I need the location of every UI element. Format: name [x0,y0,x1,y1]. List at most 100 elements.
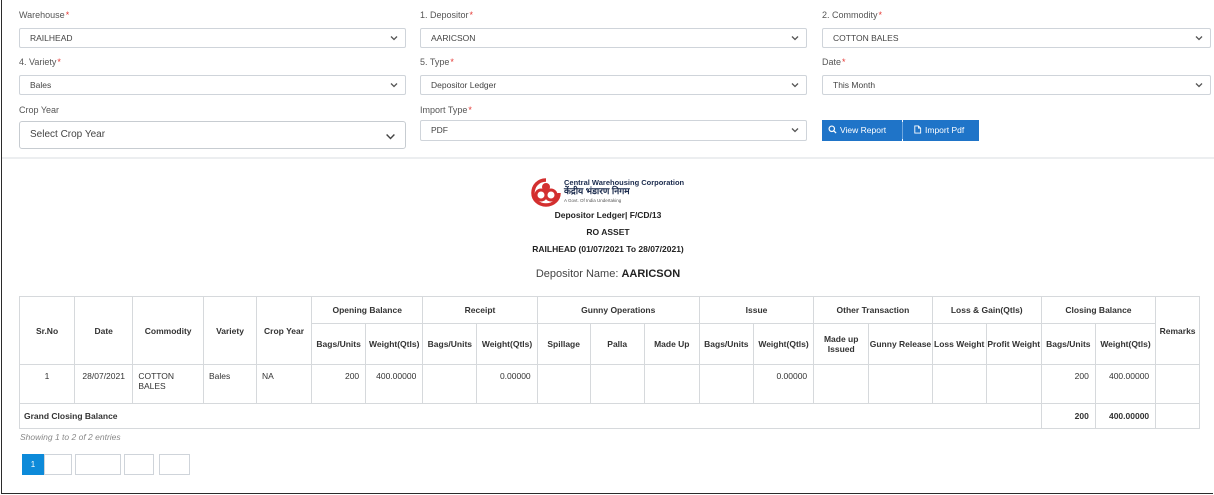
variety-select[interactable]: Bales [19,75,406,95]
warehouse-label: Warehouse* [19,10,70,20]
group-issue: Issue [698,296,815,324]
cell-receipt-bags [422,364,478,404]
commodity-value: COTTON BALES [833,33,899,43]
col-gunny-release: Gunny Release [868,323,933,365]
chevron-down-icon [791,83,799,88]
org-name-hi: केंद्रीय भंडारण निगम [564,186,630,196]
crop-year-label: Crop Year [19,105,60,115]
type-group: 5. Type* Depositor Ledger [420,56,807,95]
chevron-down-icon [390,36,398,41]
chevron-down-icon [386,134,395,140]
group-receipt: Receipt [422,296,538,324]
grand-total-weight: 400.00000 [1094,403,1157,429]
col-palla: Palla [589,323,645,365]
ledger-table: Sr.No Date Commodity Variety Crop Year O… [18,296,1200,429]
col-closing-weight: Weight(Qtls) [1094,323,1157,365]
cell-commodity: COTTON BALES [132,364,204,404]
date-select[interactable]: This Month [822,75,1211,95]
pdf-file-icon [914,125,922,134]
import-type-group: Import Type* PDF [420,104,807,141]
depositor-select[interactable]: AARICSON [420,28,807,48]
cell-closing-bags: 200 [1040,364,1096,404]
chevron-down-icon [791,36,799,41]
table-row: 1 28/07/2021 COTTON BALES Bales NA 200 4… [18,364,1200,404]
col-variety: Variety [202,296,258,365]
entries-info: Showing 1 to 2 of 2 entries [20,432,121,442]
cell-loss-weight [931,364,987,404]
type-label: 5. Type* [420,57,454,67]
view-report-button[interactable]: View Report [822,120,902,141]
cell-receipt-weight: 0.00000 [476,364,538,404]
cell-crop-year: NA [256,364,313,404]
warehouse-group: Warehouse* RAILHEAD [19,9,406,48]
warehouse-value: RAILHEAD [30,33,73,43]
cell-opening-weight: 400.00000 [365,364,424,404]
org-name-block: Central Warehousing Corporation केंद्रीय… [564,178,684,205]
grand-total-row: Grand Closing Balance 200 400.00000 [19,403,1200,429]
cell-opening-bags: 200 [311,364,367,404]
depositor-name-label: Depositor Name: [535,268,619,280]
group-closing-balance: Closing Balance [1040,296,1157,324]
variety-group: 4. Variety* Bales [19,56,406,95]
crop-year-value: Select Crop Year [30,129,106,140]
col-profit-weight: Profit Weight [985,323,1042,365]
group-loss-gain: Loss & Gain(Qtls) [931,296,1042,324]
grand-total-label: Grand Closing Balance [19,403,1042,429]
import-type-value: PDF [431,125,448,135]
col-issue-weight: Weight(Qtls) [752,323,815,365]
page-previous-button[interactable] [75,454,121,475]
depositor-group: 1. Depositor* AARICSON [420,9,807,48]
commodity-group: 2. Commodity* COTTON BALES [822,9,1211,48]
group-other-transaction: Other Transaction [813,296,933,324]
col-issue-bags: Bags/Units [698,323,754,365]
col-opening-bags: Bags/Units [311,323,367,365]
date-group: Date* This Month [822,56,1211,95]
col-made-up: Made Up [643,323,700,365]
import-type-label: Import Type* [420,105,472,115]
grand-total-bags: 200 [1040,403,1096,429]
org-tagline: A Govt. Of India Undertaking [564,198,622,203]
page-1-button[interactable]: 1 [22,454,44,475]
page-frame: Warehouse* RAILHEAD 1. Depositor* AARICS… [1,0,1214,494]
import-pdf-label: Import Pdf [925,125,965,135]
page-last-button[interactable] [159,454,190,475]
page-first-button[interactable] [44,454,72,475]
section-divider [2,157,1214,159]
crop-year-select[interactable]: Select Crop Year [19,121,406,149]
cell-palla [589,364,645,404]
page-next-button[interactable] [124,454,154,475]
warehouse-select[interactable]: RAILHEAD [19,28,406,48]
chevron-down-icon [390,83,398,88]
depositor-value: AARICSON [431,33,476,43]
col-srno: Sr.No [18,296,76,365]
depositor-name-value: AARICSON [621,268,681,280]
grand-total-remarks [1155,403,1200,429]
chevron-down-icon [791,128,799,133]
col-receipt-weight: Weight(Qtls) [476,323,538,365]
col-opening-weight: Weight(Qtls) [365,323,424,365]
cell-date: 28/07/2021 [74,364,134,404]
cell-issue-bags [698,364,754,404]
commodity-label: 2. Commodity* [822,10,883,20]
chevron-down-icon [1195,83,1203,88]
date-label: Date* [822,57,846,67]
col-commodity: Commodity [132,296,204,365]
col-remarks: Remarks [1155,296,1200,365]
form-title: Depositor Ledger| F/CD/13 [554,210,662,220]
report-period: RAILHEAD (01/07/2021 To 28/07/2021) [532,244,684,254]
import-pdf-button[interactable]: Import Pdf [903,120,979,141]
import-type-select[interactable]: PDF [420,120,807,141]
office-name: RO ASSET [586,227,630,237]
cell-gunny-release [868,364,933,404]
col-receipt-bags: Bags/Units [422,323,478,365]
chevron-down-icon [1195,36,1203,41]
col-made-up-issued: Made up Issued [813,323,870,365]
cell-made-up-issued [813,364,870,404]
cell-made-up [643,364,700,404]
commodity-select[interactable]: COTTON BALES [822,28,1211,48]
cell-spillage [536,364,591,404]
cell-closing-weight: 400.00000 [1094,364,1157,404]
depositor-name-line: Depositor Name: AARICSON [2,268,1214,280]
type-select[interactable]: Depositor Ledger [420,75,807,95]
depositor-label: 1. Depositor* [420,10,474,20]
